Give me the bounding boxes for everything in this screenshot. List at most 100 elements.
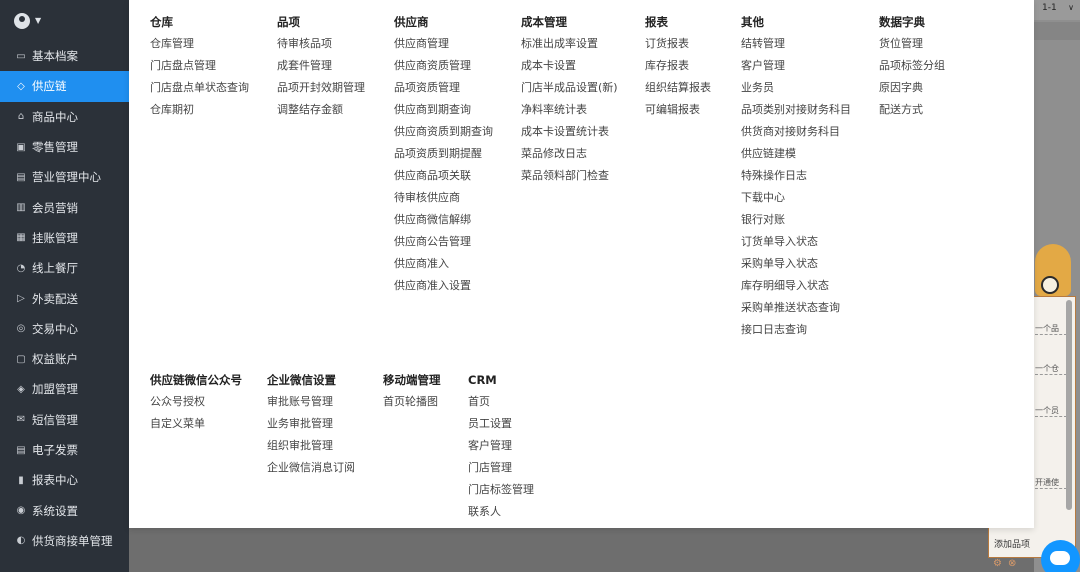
menu-link[interactable]: 门店半成品设置(新) — [521, 77, 618, 99]
menu-link[interactable]: 业务员 — [741, 77, 851, 99]
menu-column-title: 移动端管理 — [383, 373, 441, 387]
menu-link[interactable]: 货位管理 — [879, 33, 945, 55]
menu-link[interactable]: 标准出成率设置 — [521, 33, 618, 55]
scrollbar[interactable] — [1066, 300, 1072, 510]
settings-icon[interactable]: ⚙ — [993, 558, 1008, 569]
menu-link[interactable]: 自定义菜单 — [150, 413, 242, 435]
menu-link[interactable]: 订货报表 — [645, 33, 711, 55]
menu-link[interactable]: 供应商品项关联 — [394, 165, 493, 187]
menu-link[interactable]: 供应商管理 — [394, 33, 493, 55]
menu-link[interactable]: 待审核供应商 — [394, 187, 493, 209]
menu-link[interactable]: 供货商对接财务科目 — [741, 121, 851, 143]
menu-link[interactable]: 首页轮播图 — [383, 391, 441, 413]
sidebar-item-label: 交易中心 — [32, 321, 78, 336]
menu-column: 其他 结转管理 客户管理 业务员 品项类别对接财务科目 供货商对接财务科目 供应链建模 特殊操… — [741, 11, 851, 341]
menu-link[interactable]: 下载中心 — [741, 187, 851, 209]
menu-link[interactable]: 供应商准入 — [394, 253, 493, 275]
supply-chain-icon: ◇ — [17, 80, 25, 92]
menu-link[interactable]: 菜品领料部门检查 — [521, 165, 618, 187]
menu-column-title: CRM — [468, 373, 497, 387]
menu-link[interactable]: 供应商准入设置 — [394, 275, 493, 297]
menu-link[interactable]: 客户管理 — [741, 55, 851, 77]
menu-link[interactable]: 成本卡设置统计表 — [521, 121, 618, 143]
menu-link[interactable]: 首页 — [468, 391, 534, 413]
sidebar-item[interactable]: ▭ 基本档案 — [0, 41, 129, 71]
sidebar-item[interactable]: ◉ 系统设置 — [0, 495, 129, 525]
sidebar-item[interactable]: ◇ 供应链 — [0, 71, 129, 102]
menu-link[interactable]: 品项资质到期提醒 — [394, 143, 493, 165]
menu-link[interactable]: 门店盘点单状态查询 — [150, 77, 249, 99]
menu-link[interactable]: 组织结算报表 — [645, 77, 711, 99]
menu-link[interactable]: 品项标签分组 — [879, 55, 945, 77]
caret-down-icon[interactable]: ▼ — [35, 16, 41, 25]
menu-link[interactable]: 成本卡设置 — [521, 55, 618, 77]
menu-link[interactable]: 客户管理 — [468, 435, 534, 457]
sidebar-item-label: 挂账管理 — [32, 230, 78, 245]
menu-link[interactable]: 组织审批管理 — [267, 435, 355, 457]
menu-link[interactable]: 仓库期初 — [150, 99, 249, 121]
chat-icon[interactable] — [1041, 540, 1080, 572]
menu-link[interactable]: 供应商资质管理 — [394, 55, 493, 77]
sidebar-item[interactable]: ▥ 会员营销 — [0, 192, 129, 222]
menu-link[interactable]: 订货单导入状态 — [741, 231, 851, 253]
menu-link[interactable]: 库存报表 — [645, 55, 711, 77]
menu-link[interactable]: 供应商公告管理 — [394, 231, 493, 253]
menu-link[interactable]: 采购单推送状态查询 — [741, 297, 851, 319]
sidebar-item[interactable]: ◈ 加盟管理 — [0, 374, 129, 404]
report-icon: ▮ — [18, 474, 24, 486]
menu-link[interactable]: 库存明细导入状态 — [741, 275, 851, 297]
menu-link[interactable]: 接口日志查询 — [741, 319, 851, 341]
menu-link[interactable]: 品项开封效期管理 — [277, 77, 365, 99]
menu-link[interactable]: 门店盘点管理 — [150, 55, 249, 77]
menu-link[interactable]: 企业微信消息订阅 — [267, 457, 355, 479]
menu-link[interactable]: 仓库管理 — [150, 33, 249, 55]
sidebar-item[interactable]: ◎ 交易中心 — [0, 314, 129, 344]
sidebar-item[interactable]: ▣ 零售管理 — [0, 132, 129, 162]
sidebar-item[interactable]: ⌂ 商品中心 — [0, 102, 129, 132]
user-avatar-icon[interactable] — [14, 12, 30, 29]
close-icon[interactable]: ⊗ — [1008, 558, 1022, 569]
top-right-select[interactable]: 1-1 ∨ — [1034, 0, 1080, 20]
menu-link[interactable]: 银行对账 — [741, 209, 851, 231]
menu-link[interactable]: 待审核品项 — [277, 33, 365, 55]
add-item-link[interactable]: 添加品项 — [994, 537, 1030, 550]
sidebar-item[interactable]: ▦ 挂账管理 — [0, 223, 129, 253]
menu-column: 报表 订货报表 库存报表 组织结算报表 可编辑报表 — [645, 11, 711, 121]
sms-icon: ✉ — [16, 414, 26, 426]
menu-link[interactable]: 原因字典 — [879, 77, 945, 99]
sidebar-item[interactable]: ▷ 外卖配送 — [0, 283, 129, 313]
sidebar-item[interactable]: ◐ 供货商接单管理 — [0, 526, 129, 556]
menu-column: 供应商 供应商管理 供应商资质管理 品项资质管理 供应商到期查询 供应商资质到期查询 品项资… — [394, 11, 493, 297]
menu-column: 企业微信设置 审批账号管理 业务审批管理 组织审批管理 企业微信消息订阅 — [267, 369, 355, 479]
menu-link[interactable]: 门店标签管理 — [468, 479, 534, 501]
sidebar-item[interactable]: ◔ 线上餐厅 — [0, 253, 129, 283]
menu-link[interactable]: 供应商资质到期查询 — [394, 121, 493, 143]
sidebar-item[interactable]: ▢ 权益账户 — [0, 344, 129, 374]
menu-link[interactable]: 供应商微信解绑 — [394, 209, 493, 231]
sidebar-item[interactable]: ✉ 短信管理 — [0, 405, 129, 435]
sidebar-item[interactable]: ▮ 报表中心 — [0, 465, 129, 495]
menu-link[interactable]: 员工设置 — [468, 413, 534, 435]
sidebar-item[interactable]: ▤ 营业管理中心 — [0, 162, 129, 192]
menu-link[interactable]: 品项类别对接财务科目 — [741, 99, 851, 121]
menu-link[interactable]: 可编辑报表 — [645, 99, 711, 121]
user-menu[interactable]: ▼ — [0, 0, 129, 41]
menu-link[interactable]: 审批账号管理 — [267, 391, 355, 413]
menu-link[interactable]: 供应链建模 — [741, 143, 851, 165]
menu-link[interactable]: 联系人 — [468, 501, 534, 523]
menu-link[interactable]: 成套件管理 — [277, 55, 365, 77]
menu-link[interactable]: 业务审批管理 — [267, 413, 355, 435]
menu-link[interactable]: 结转管理 — [741, 33, 851, 55]
sidebar-item[interactable]: ▤ 电子发票 — [0, 435, 129, 465]
menu-link[interactable]: 采购单导入状态 — [741, 253, 851, 275]
menu-link[interactable]: 门店管理 — [468, 457, 534, 479]
menu-link[interactable]: 公众号授权 — [150, 391, 242, 413]
menu-link[interactable]: 净料率统计表 — [521, 99, 618, 121]
chevron-down-icon[interactable]: ∨ — [1068, 3, 1074, 12]
menu-link[interactable]: 菜品修改日志 — [521, 143, 618, 165]
menu-link[interactable]: 供应商到期查询 — [394, 99, 493, 121]
menu-link[interactable]: 品项资质管理 — [394, 77, 493, 99]
menu-link[interactable]: 配送方式 — [879, 99, 945, 121]
menu-link[interactable]: 特殊操作日志 — [741, 165, 851, 187]
menu-link[interactable]: 调整结存金额 — [277, 99, 365, 121]
